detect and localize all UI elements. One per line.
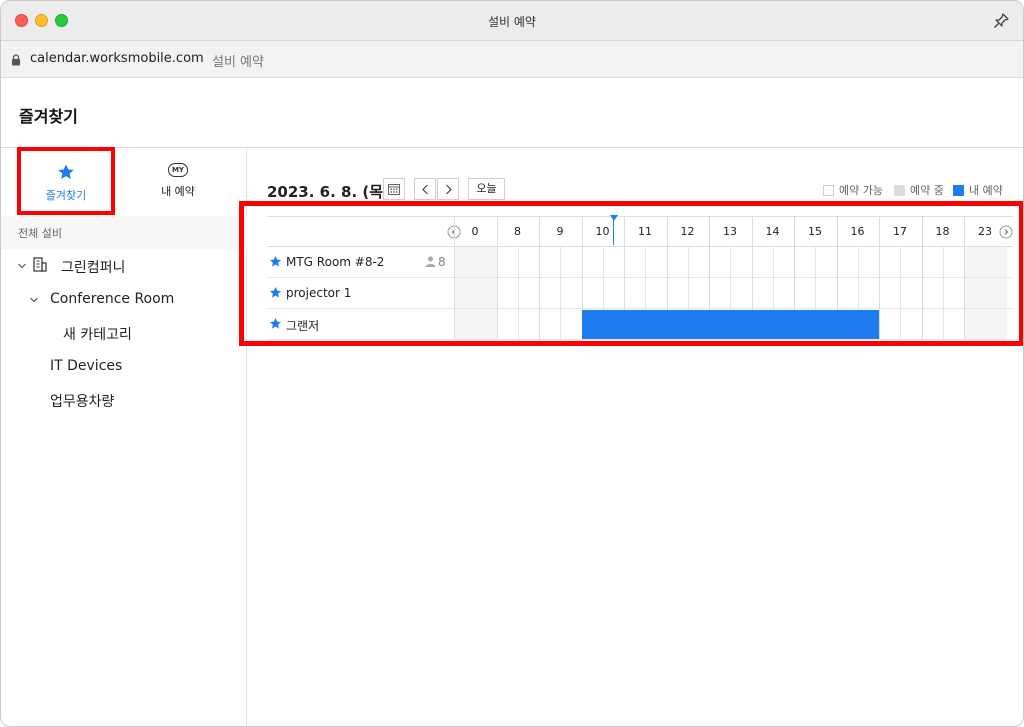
legend-swatch-mine [953, 184, 964, 196]
legend-label-mine: 내 예약 [969, 184, 1003, 197]
hour-label: 15 [808, 225, 822, 238]
browser-window: 설비 예약 calendar.worksmobile.com 설비 예약 즐겨찾… [0, 0, 1024, 727]
hour-label: 13 [723, 225, 737, 238]
tree-item-conference-room[interactable]: Conference Room [50, 291, 174, 307]
tree-item-new-category[interactable]: 새 카테고리 [63, 324, 132, 344]
tree-item-company[interactable]: 그린컴퍼니 [61, 257, 125, 277]
tab-my-reservations-label: 내 예약 [161, 185, 195, 198]
legend-available: 예약 가능 [823, 182, 883, 198]
chevron-down-icon[interactable] [17, 261, 27, 271]
legend-label-available: 예약 가능 [839, 184, 883, 197]
person-icon [425, 256, 436, 267]
page-title: 즐겨찾기 [19, 107, 78, 126]
hour-label: 0 [471, 225, 479, 238]
chevron-down-icon[interactable] [29, 295, 39, 305]
sidebar: 즐겨찾기 MY 내 예약 전체 설비 그린컴퍼니 Conference Room… [1, 147, 247, 726]
hour-gridline [454, 216, 455, 340]
pin-icon[interactable] [991, 11, 1011, 31]
next-day-button[interactable] [437, 178, 459, 200]
hour-label: 18 [935, 225, 950, 238]
legend-mine: 내 예약 [953, 182, 1003, 198]
timeline-grid: 0 8 9 10 11 12 13 14 15 16 17 18 23 MTG Room #8-2 8 … [267, 215, 1013, 340]
half-hour-gridline [517, 247, 519, 340]
hour-label: 11 [638, 225, 652, 238]
booking-block[interactable] [581, 310, 879, 339]
chevron-right-icon [446, 184, 452, 195]
window-title: 설비 예약 [488, 15, 536, 29]
my-badge-icon: MY [168, 163, 188, 177]
hour-label: 9 [556, 225, 564, 238]
timeline-header: 0 8 9 10 11 12 13 14 15 16 17 18 23 [267, 216, 1013, 247]
title-bar: 설비 예약 [1, 1, 1023, 41]
resource-name[interactable]: MTG Room #8-2 [286, 255, 384, 269]
calendar-icon [388, 184, 400, 195]
resource-name[interactable]: 그랜저 [286, 317, 319, 334]
address-bar: calendar.worksmobile.com 설비 예약 [1, 41, 1023, 78]
star-icon [58, 164, 74, 180]
hour-label: 23 [978, 225, 992, 238]
star-icon[interactable] [269, 317, 282, 330]
section-label: 전체 설비 [18, 227, 62, 240]
tab-favorites-label: 즐겨찾기 [45, 189, 87, 202]
star-icon[interactable] [269, 286, 282, 299]
half-hour-gridline [942, 247, 944, 340]
hour-label: 10 [595, 225, 610, 238]
page-header: 즐겨찾기 [1, 79, 1023, 148]
current-date: 2023. 6. 8. (목) [267, 183, 390, 201]
hour-label: 8 [514, 225, 521, 238]
url-page-title: 설비 예약 [212, 55, 264, 70]
hour-gridline [496, 216, 498, 340]
hour-gridline [964, 216, 965, 340]
current-time-marker [609, 215, 618, 221]
hour-label: 16 [850, 225, 865, 238]
half-hour-gridline [560, 247, 562, 340]
tab-favorites[interactable]: 즐겨찾기 [17, 147, 115, 215]
hour-label: 12 [680, 225, 695, 238]
section-header: 전체 설비 [1, 216, 247, 249]
star-icon[interactable] [269, 255, 282, 268]
today-button[interactable]: 오늘 [468, 178, 505, 200]
chevron-left-icon [422, 184, 428, 195]
building-icon [33, 257, 47, 272]
hour-gridline [921, 216, 923, 340]
lock-icon [12, 54, 20, 66]
hour-gridline [879, 216, 880, 340]
hour-label: 17 [893, 225, 907, 238]
tree-item-vehicles[interactable]: 업무용차량 [50, 391, 114, 411]
resource-name[interactable]: projector 1 [286, 286, 351, 300]
tree-item-it-devices[interactable]: IT Devices [50, 358, 122, 374]
calendar-picker-button[interactable] [383, 178, 405, 200]
legend-booked: 예약 중 [894, 182, 944, 198]
url-text[interactable]: calendar.worksmobile.com [30, 51, 204, 66]
half-hour-gridline [900, 247, 902, 340]
legend-swatch-booked [894, 184, 905, 196]
prev-day-button[interactable] [414, 178, 436, 200]
hour-label: 14 [765, 225, 780, 238]
legend-label-booked: 예약 중 [910, 184, 944, 197]
hour-gridline [539, 216, 540, 340]
legend-swatch-available [823, 184, 834, 196]
tab-my-reservations[interactable]: MY 내 예약 [129, 149, 227, 215]
capacity-count: 8 [438, 255, 446, 269]
